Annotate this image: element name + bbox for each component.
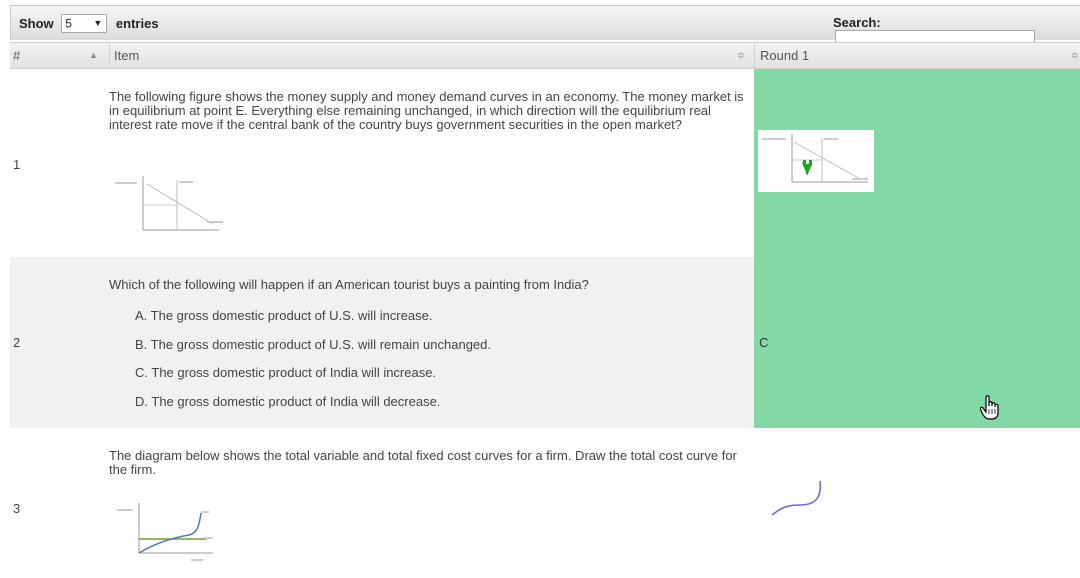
money-market-figure-thumbnail[interactable] xyxy=(109,170,235,242)
round-1-answer: C xyxy=(759,335,769,350)
column-header-number[interactable]: # ▲ xyxy=(13,43,108,68)
round-1-cell[interactable] xyxy=(754,428,1080,578)
answer-drawing-thumbnail[interactable] xyxy=(758,130,874,192)
question-text: The following figure shows the money sup… xyxy=(109,89,744,132)
column-header-item[interactable]: Item ≎ xyxy=(109,43,754,68)
column-header-round-1[interactable]: Round 1 ≎ xyxy=(754,43,1080,68)
entries-label: entries xyxy=(115,16,159,31)
chevron-down-icon: ▼ xyxy=(93,18,103,28)
show-label: Show xyxy=(19,16,54,31)
entries-select[interactable]: 5 ▼ xyxy=(61,14,108,33)
round-1-cell[interactable]: C xyxy=(754,257,1080,428)
option-b: B. The gross domestic product of U.S. wi… xyxy=(135,337,491,352)
row-number: 3 xyxy=(13,501,21,516)
row-number: 1 xyxy=(13,157,21,172)
column-header-label: # xyxy=(13,48,21,63)
table-header: # ▲ Item ≎ Round 1 ≎ xyxy=(10,42,1080,69)
option-d: D. The gross domestic product of India w… xyxy=(135,394,441,409)
option-a: A. The gross domestic product of U.S. wi… xyxy=(135,308,433,323)
sort-both-icon: ≎ xyxy=(737,50,745,60)
hand-pointer-cursor-icon xyxy=(979,395,1002,424)
round-1-cell[interactable] xyxy=(754,69,1080,257)
entries-value: 5 xyxy=(65,16,72,31)
table-row[interactable]: 2 Which of the following will happen if … xyxy=(10,257,1080,428)
sort-asc-icon: ▲ xyxy=(89,50,98,60)
search-label: Search: xyxy=(833,15,881,31)
column-header-label: Item xyxy=(114,48,140,63)
answer-options: A. The gross domestic product of U.S. wi… xyxy=(109,309,749,419)
sort-both-icon: ≎ xyxy=(1071,50,1079,60)
length-control: Show 5 ▼ entries xyxy=(19,14,159,33)
table-toolbar: Show 5 ▼ entries Search: xyxy=(10,5,1080,53)
answer-drawing-thumbnail[interactable] xyxy=(758,471,830,543)
question-text: The diagram below shows the total variab… xyxy=(109,448,737,477)
table-row[interactable]: 1 The following figure shows the money s… xyxy=(10,69,1080,257)
row-number: 2 xyxy=(13,335,21,350)
option-c: C. The gross domestic product of India w… xyxy=(135,365,437,380)
table-row[interactable]: 3 The diagram below shows the total vari… xyxy=(10,428,1080,578)
column-header-label: Round 1 xyxy=(760,48,810,63)
cost-curves-figure-thumbnail[interactable] xyxy=(109,491,235,573)
question-text: Which of the following will happen if an… xyxy=(109,277,589,292)
